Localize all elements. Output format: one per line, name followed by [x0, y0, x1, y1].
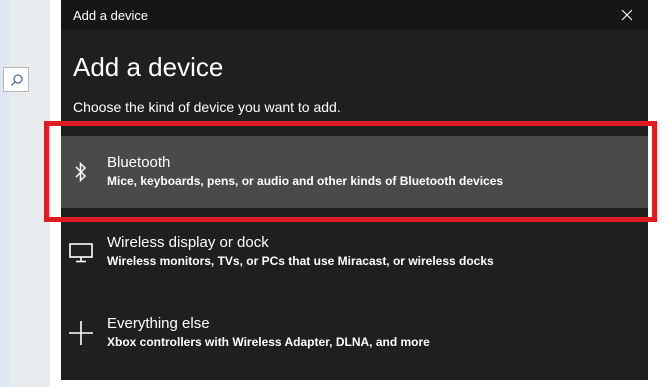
dialog-heading: Add a device	[73, 52, 224, 82]
option-description: Wireless monitors, TVs, or PCs that use …	[107, 254, 494, 268]
option-title: Bluetooth	[107, 154, 171, 171]
option-everything-else[interactable]: Everything else Xbox controllers with Wi…	[61, 297, 648, 369]
option-wireless-display[interactable]: Wireless display or dock Wireless monito…	[61, 216, 648, 288]
background-settings-window	[0, 0, 50, 387]
option-description: Mice, keyboards, pens, or audio and othe…	[107, 174, 504, 188]
close-icon	[621, 9, 633, 21]
monitor-icon	[67, 238, 95, 266]
plus-icon	[67, 319, 95, 347]
bluetooth-icon	[67, 158, 95, 186]
option-bluetooth[interactable]: Bluetooth Mice, keyboards, pens, or audi…	[61, 136, 648, 208]
option-title: Wireless display or dock	[107, 234, 269, 251]
close-button[interactable]	[614, 3, 640, 27]
window-title: Add a device	[73, 8, 149, 23]
background-search-box[interactable]	[3, 67, 29, 92]
dialog-subtitle: Choose the kind of device you want to ad…	[73, 99, 341, 115]
option-title: Everything else	[107, 315, 210, 332]
screenshot: Add a device Add a device Choose the kin…	[0, 0, 667, 387]
background-strip	[0, 0, 10, 387]
search-icon	[11, 74, 23, 86]
titlebar: Add a device	[61, 0, 648, 30]
add-device-dialog: Add a device Add a device Choose the kin…	[61, 0, 648, 380]
option-description: Xbox controllers with Wireless Adapter, …	[107, 335, 430, 349]
